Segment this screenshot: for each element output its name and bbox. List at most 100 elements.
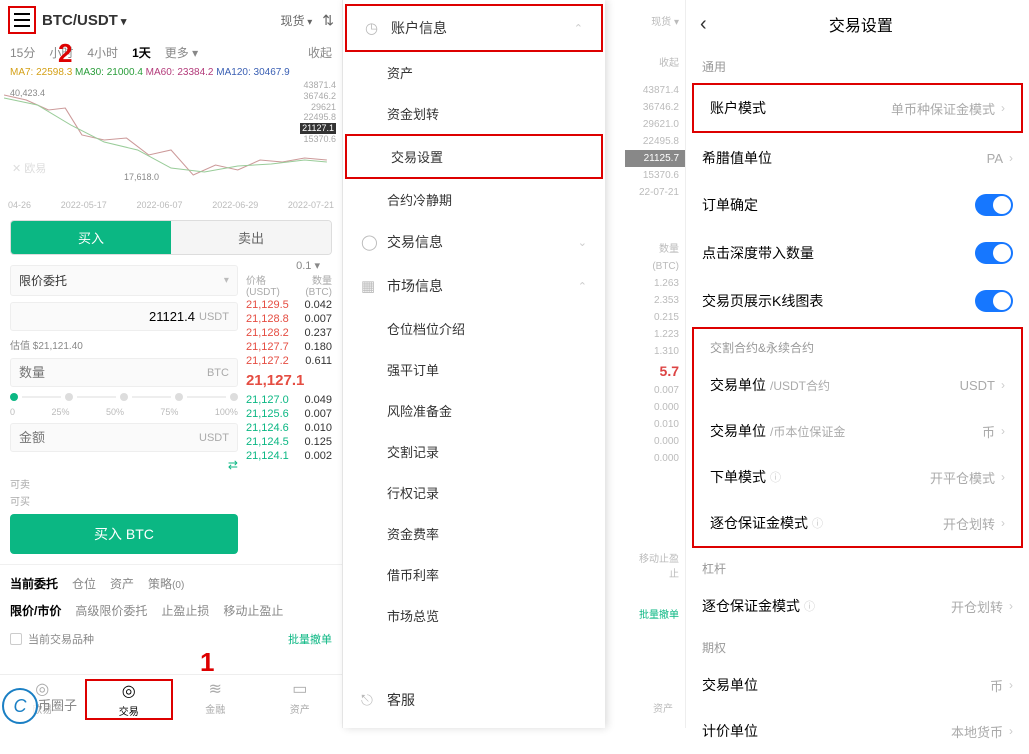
tf-more[interactable]: 更多 — [165, 44, 198, 61]
pair-selector[interactable]: BTC/USDT — [42, 12, 126, 29]
trading-panel: BTC/USDT 现货 ⇅ 2 15分 小时 4小时 1天 更多 收起 MA7:… — [0, 0, 343, 728]
bid-row[interactable]: 21,125.60.007 — [246, 407, 332, 421]
drawer-item-transfer[interactable]: 资金划转 — [343, 93, 605, 134]
tab-assets[interactable]: 资产 — [110, 575, 134, 592]
order-form: 限价委托 USDT 估值 $21,121.40 BTC 025%50%75%10… — [10, 265, 238, 554]
setting-greek-unit[interactable]: 希腊值单位 PA› — [686, 135, 1029, 181]
drawer-panel: 现货 ▾ 收起 43871.4 36746.2 29621.0 22495.8 … — [343, 0, 686, 728]
filter-checkbox[interactable] — [10, 633, 22, 645]
nav-finance[interactable]: ≋金融 — [173, 679, 258, 720]
ask-row[interactable]: 21,128.20.237 — [246, 326, 332, 340]
sell-tab[interactable]: 卖出 — [171, 221, 331, 254]
setting-order-mode[interactable]: 下单模式ⓘ 开平仓模式› — [694, 454, 1021, 500]
setting-show-kline: 交易页展示K线图表 — [686, 277, 1029, 325]
clock-icon: ◷ — [365, 19, 381, 37]
qty-input[interactable] — [19, 365, 203, 380]
transfer-icon[interactable]: ⇄ — [10, 458, 238, 472]
nav-trade[interactable]: ◎交易 — [85, 679, 174, 720]
section-option: 期权 — [686, 629, 1029, 662]
annotation-2: 2 — [58, 38, 72, 69]
ask-row[interactable]: 21,128.80.007 — [246, 312, 332, 326]
bid-row[interactable]: 21,127.00.049 — [246, 393, 332, 407]
tf-15m[interactable]: 15分 — [10, 44, 35, 61]
qty-unit: BTC — [207, 367, 229, 379]
drawer-item[interactable]: 借币利率 — [343, 554, 605, 595]
subtab-tpsl[interactable]: 止盈止损 — [161, 602, 209, 619]
menu-icon[interactable] — [8, 6, 36, 34]
buy-button[interactable]: 买入 BTC — [10, 514, 238, 554]
drawer-item[interactable]: 风险准备金 — [343, 390, 605, 431]
drawer-market-info[interactable]: ▦ 市场信息 ⌃ — [343, 264, 605, 308]
setting-isolated-margin[interactable]: 逐仓保证金模式ⓘ 开仓划转› — [694, 500, 1021, 546]
drawer-item-assets[interactable]: 资产 — [343, 52, 605, 93]
drawer-item-trade-settings[interactable]: 交易设置 — [347, 136, 601, 177]
settings-header: ‹ 交易设置 — [686, 0, 1029, 48]
ask-row[interactable]: 21,127.20.611 — [246, 354, 332, 368]
tab-positions[interactable]: 仓位 — [72, 575, 96, 592]
section-contract: 交割合约&永续合约 — [694, 329, 1021, 362]
setting-quote-unit[interactable]: 计价单位 本地货币› — [686, 708, 1029, 754]
bid-row[interactable]: 21,124.60.010 — [246, 421, 332, 435]
avail-sell: 可卖 — [10, 476, 238, 491]
avail-buy: 可买 — [10, 493, 238, 508]
ma120: MA120: 30467.9 — [216, 67, 289, 78]
setting-trade-unit-coin[interactable]: 交易单位/币本位保证金 币› — [694, 408, 1021, 454]
tab-current-orders[interactable]: 当前委托 — [10, 575, 58, 592]
mid-price: 21,127.1 — [246, 368, 332, 393]
drawer-item[interactable]: 交割记录 — [343, 431, 605, 472]
timeframe-row: 15分 小时 4小时 1天 更多 收起 — [0, 40, 342, 65]
ask-row[interactable]: 21,129.50.042 — [246, 298, 332, 312]
batch-cancel[interactable]: 批量撤单 — [288, 631, 332, 647]
leverage-selector[interactable]: 0.1 — [246, 259, 332, 272]
market-type-selector[interactable]: 现货 — [280, 12, 312, 29]
chevron-up-icon: ⌃ — [578, 280, 587, 293]
drawer-account-info[interactable]: ◷ 账户信息 ⌃ — [347, 6, 601, 50]
chart-x-axis: 04-262022-05-172022-06-072022-06-292022-… — [0, 200, 342, 210]
tf-1d[interactable]: 1天 — [132, 44, 151, 61]
drawer-item-cooldown[interactable]: 合约冷静期 — [343, 179, 605, 220]
chart-high-label: 40,423.4 — [10, 88, 45, 98]
subtab-trail[interactable]: 移动止盈止 — [223, 602, 283, 619]
bid-row[interactable]: 21,124.50.125 — [246, 435, 332, 449]
collapse-chart[interactable]: 收起 — [308, 44, 332, 61]
info-icon[interactable]: ⓘ — [804, 598, 815, 614]
toggle-depth-qty[interactable] — [975, 242, 1013, 264]
price-input-row: USDT — [10, 302, 238, 331]
drawer-item[interactable]: 强平订单 — [343, 349, 605, 390]
price-input[interactable] — [19, 309, 195, 324]
nav-assets[interactable]: ▭资产 — [258, 679, 343, 720]
drawer-item[interactable]: 仓位档位介绍 — [343, 308, 605, 349]
setting-option-unit[interactable]: 交易单位 币› — [686, 662, 1029, 708]
setting-lever-isolated[interactable]: 逐仓保证金模式ⓘ 开仓划转› — [686, 583, 1029, 629]
filter-row: 当前交易品种 批量撤单 — [0, 625, 342, 653]
bid-row[interactable]: 21,124.10.002 — [246, 449, 332, 463]
subtab-adv[interactable]: 高级限价委托 — [75, 602, 147, 619]
drawer-item[interactable]: 资金费率 — [343, 513, 605, 554]
info-icon[interactable]: ⓘ — [770, 469, 781, 485]
drawer-trade-info[interactable]: ◯ 交易信息 ⌄ — [343, 220, 605, 264]
drawer-item[interactable]: 市场总览 — [343, 595, 605, 636]
toggle-show-kline[interactable] — [975, 290, 1013, 312]
filter-label: 当前交易品种 — [28, 631, 94, 647]
setting-account-mode[interactable]: 账户模式 单币种保证金模式› — [694, 85, 1021, 131]
tab-strategy[interactable]: 策略(0) — [148, 575, 184, 592]
info-icon[interactable]: ⓘ — [812, 515, 823, 531]
subtab-limit[interactable]: 限价/市价 — [10, 602, 61, 619]
amount-input[interactable] — [19, 430, 195, 445]
amount-input-row: USDT — [10, 423, 238, 452]
est-value: 估值 $21,121.40 — [10, 337, 238, 352]
ask-row[interactable]: 21,127.70.180 — [246, 340, 332, 354]
toggle-order-confirm[interactable] — [975, 194, 1013, 216]
tf-4h[interactable]: 4小时 — [87, 44, 118, 61]
swap-icon[interactable]: ⇅ — [322, 12, 334, 29]
orderbook: 0.1 价格(USDT)数量(BTC) 21,129.50.042 21,128… — [246, 265, 332, 554]
setting-trade-unit-usdt[interactable]: 交易单位/USDT合约 USDT› — [694, 362, 1021, 408]
back-icon[interactable]: ‹ — [700, 13, 707, 36]
pct-slider[interactable] — [10, 393, 238, 401]
buy-tab[interactable]: 买入 — [11, 221, 171, 254]
drawer-item[interactable]: 行权记录 — [343, 472, 605, 513]
order-type-selector[interactable]: 限价委托 — [10, 265, 238, 296]
trade-icon: ◎ — [87, 681, 172, 701]
price-chart[interactable]: 40,423.4 17,618.0 ✕ 欧易 43871.4 36746.2 2… — [4, 80, 338, 200]
drawer-support[interactable]: ⎋ 客服 — [343, 678, 605, 722]
